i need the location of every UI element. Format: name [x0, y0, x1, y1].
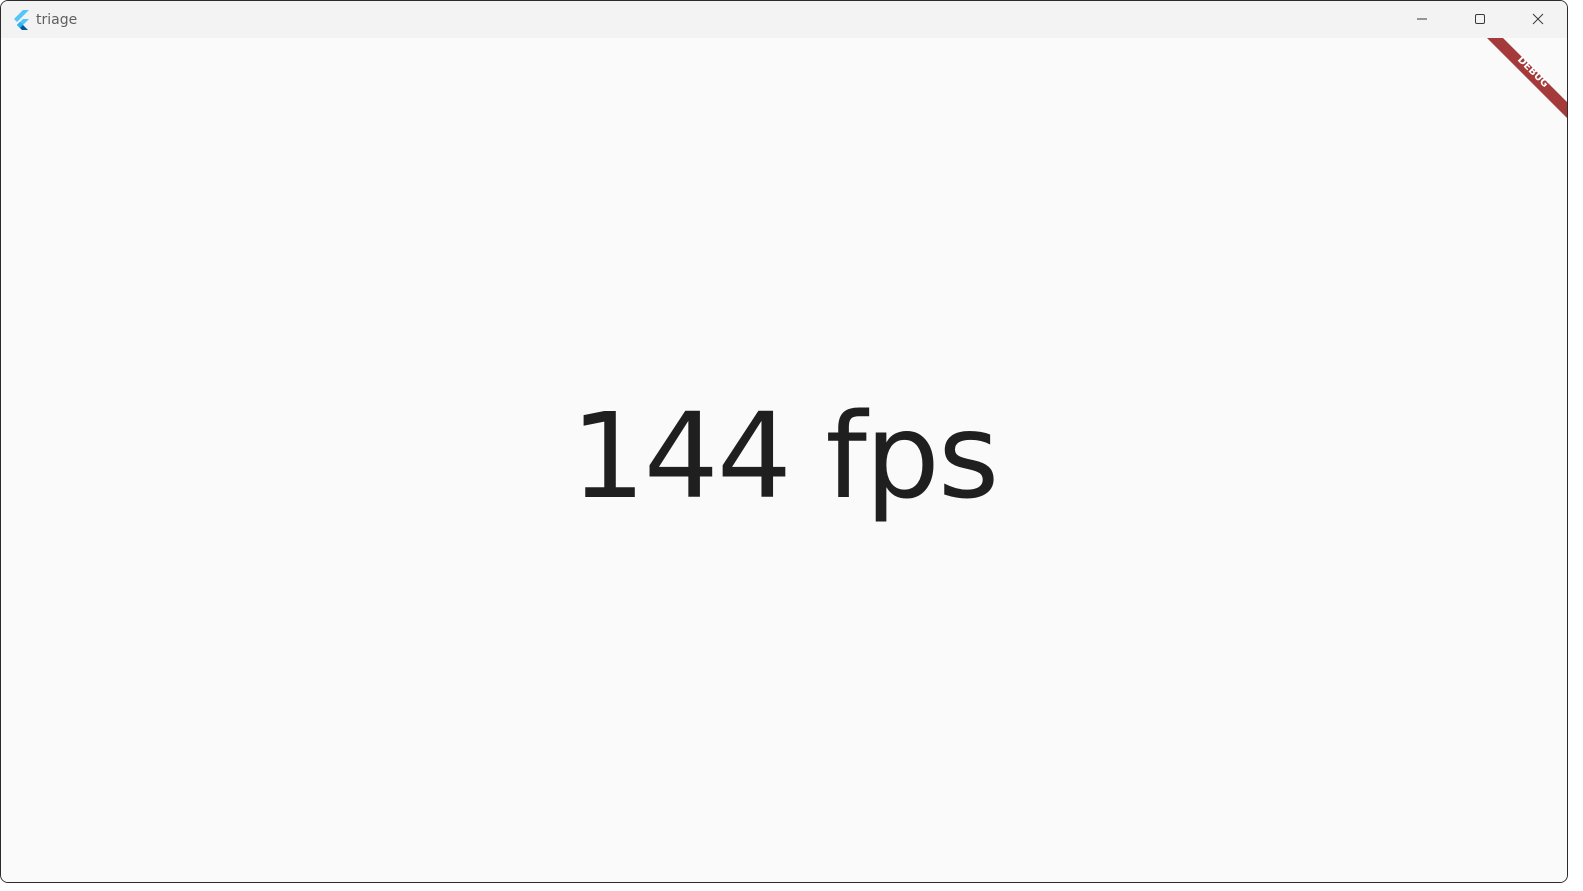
app-content: 144 fps [1, 38, 1567, 882]
debug-banner: DEBUG [1487, 38, 1567, 118]
close-button[interactable] [1509, 1, 1567, 38]
app-window: triage 144 fps DEBUG [0, 0, 1568, 883]
title-bar[interactable]: triage [1, 1, 1567, 38]
debug-banner-label: DEBUG [1515, 55, 1550, 90]
minimize-button[interactable] [1393, 1, 1451, 38]
flutter-logo-icon [12, 10, 30, 31]
maximize-icon [1474, 10, 1486, 29]
fps-counter: 144 fps [570, 387, 1000, 525]
maximize-button[interactable] [1451, 1, 1509, 38]
minimize-icon [1416, 10, 1428, 29]
window-title: triage [36, 12, 78, 28]
close-icon [1532, 10, 1544, 29]
